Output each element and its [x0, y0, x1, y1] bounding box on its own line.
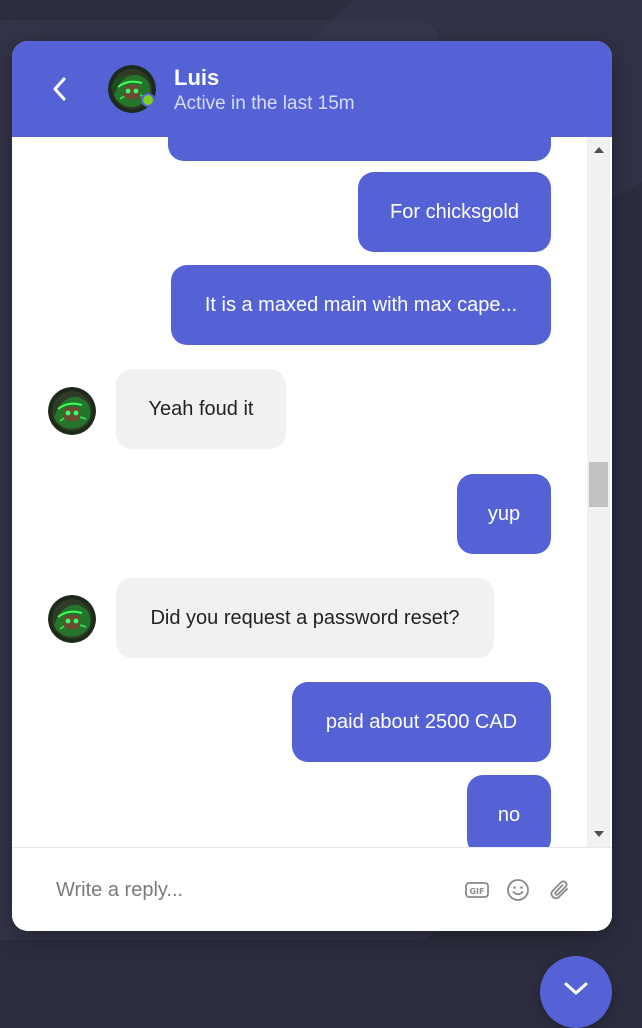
message-bubble-outgoing	[168, 137, 551, 161]
back-button[interactable]	[40, 69, 80, 109]
contact-status: Active in the last 15m	[174, 93, 355, 114]
chat-window: Luis Active in the last 15m For chicksgo…	[12, 41, 612, 931]
chevron-left-icon	[53, 77, 66, 101]
message-bubble-outgoing: no	[467, 775, 551, 847]
sender-avatar	[48, 595, 96, 643]
scroll-down-button[interactable]	[587, 821, 610, 847]
paperclip-icon	[550, 880, 568, 900]
message-bubble-incoming: Yeah foud it	[116, 369, 286, 449]
reply-input[interactable]	[42, 866, 442, 914]
message-list[interactable]: For chicksgold It is a maxed main with m…	[12, 137, 612, 847]
gif-icon: GIF	[465, 882, 489, 898]
avatar	[48, 387, 96, 435]
message-bubble-incoming: Did you request a password reset?	[116, 578, 494, 658]
triangle-up-icon	[593, 147, 604, 153]
smiley-icon	[507, 879, 529, 901]
emoji-button[interactable]	[505, 877, 531, 903]
contact-name: Luis	[174, 65, 220, 90]
svg-text:GIF: GIF	[469, 887, 484, 896]
gif-button[interactable]: GIF	[464, 877, 490, 903]
message-bubble-outgoing: paid about 2500 CAD	[292, 682, 551, 762]
online-indicator	[141, 93, 155, 107]
message-bubble-outgoing: yup	[457, 474, 551, 554]
scroll-to-bottom-button[interactable]	[540, 956, 612, 1028]
attach-button[interactable]	[547, 877, 573, 903]
contact-avatar[interactable]	[108, 65, 156, 113]
avatar	[48, 595, 96, 643]
message-bubble-outgoing: It is a maxed main with max cape...	[171, 265, 551, 345]
scrollbar[interactable]	[587, 137, 610, 847]
message-bubble-outgoing: For chicksgold	[358, 172, 551, 252]
scrollbar-thumb[interactable]	[589, 462, 608, 507]
chat-header: Luis Active in the last 15m	[12, 41, 612, 137]
sender-avatar	[48, 387, 96, 435]
triangle-down-icon	[593, 831, 604, 837]
scroll-up-button[interactable]	[587, 137, 610, 163]
message-composer: GIF	[12, 847, 612, 931]
chevron-down-icon	[564, 982, 588, 995]
